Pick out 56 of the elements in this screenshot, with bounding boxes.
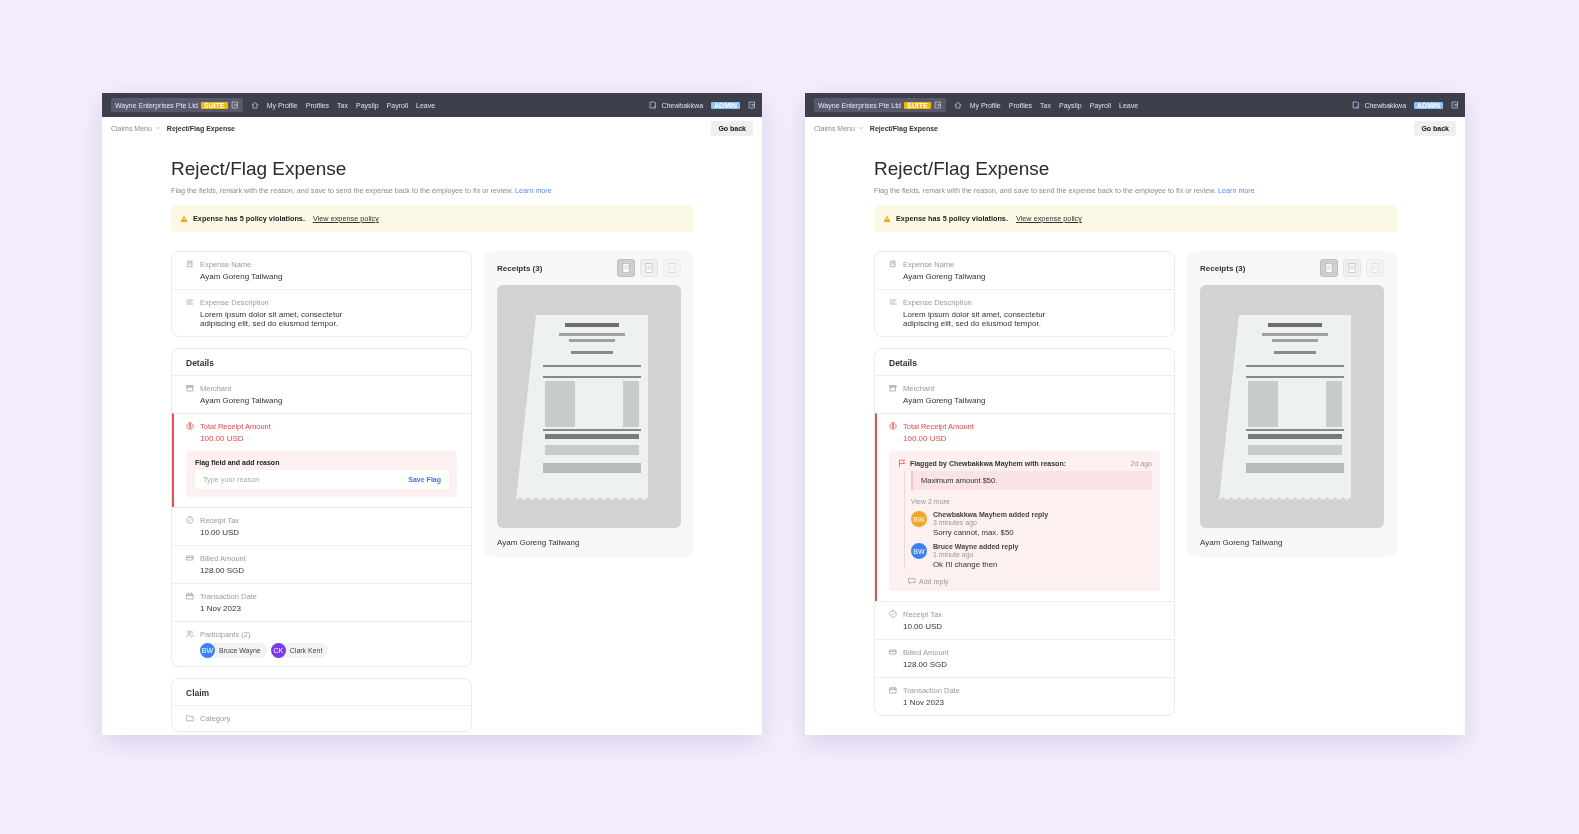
field-value: Lorem ipsum dolor sit amet, consectetur adipiscing elit, sed do eiusmod tempor. [200,310,344,328]
home-icon[interactable] [250,101,259,109]
section-title: Claim [172,679,471,706]
exit-icon[interactable] [1451,101,1459,109]
folder-icon [186,714,194,722]
page-title: Reject/Flag Expense [874,158,1051,180]
receipt-thumbnail[interactable] [617,259,635,277]
receipt-icon [186,260,194,268]
exit-icon [933,101,942,109]
document-icon[interactable] [649,101,658,109]
field-value: 100.00 USD [903,434,948,443]
document-icon[interactable] [1352,101,1361,109]
dollar-icon [186,422,194,430]
field-value: Ayam Goreng Taliwang [200,272,284,281]
field-value: Ayam Goreng Taliwang [903,272,987,281]
field-value: 10.00 USD [903,622,944,631]
field-value: 128.00 SGD [200,566,246,575]
field-value: Lorem ipsum dolor sit amet, consectetur adipiscing elit, sed do eiusmod tempor. [903,310,1047,328]
exit-icon [230,101,239,109]
receipts-title: Receipts (3) [497,263,543,273]
section-title: Details [172,349,471,376]
home-icon[interactable] [953,101,962,109]
field-value: 100.00 USD [200,434,245,443]
receipt-caption: Ayam Goreng Taliwang [1200,538,1284,547]
text-lines-icon [186,298,194,306]
receipt-thumbnail[interactable] [640,259,658,277]
card-icon [186,554,194,562]
field-value: 1 Nov 2023 [903,698,945,707]
chevron-down-icon [154,125,161,131]
page-title: Reject/Flag Expense [171,158,348,180]
calendar-icon [186,592,194,600]
field-value: Ayam Goreng Taliwang [903,396,987,405]
field-value: 10.00 USD [200,528,241,537]
section-title: Details [875,349,1174,376]
warning-icon [180,214,188,223]
comment-icon [908,577,916,585]
store-icon [889,384,897,392]
receipt-icon [889,260,897,268]
flag-icon [898,459,906,467]
field-value: Ayam Goreng Taliwang [200,396,284,405]
receipts-title: Receipts (3) [1200,263,1246,273]
receipt-thumbnail[interactable] [1320,259,1338,277]
dollar-icon [889,422,897,430]
store-icon [186,384,194,392]
receipt-thumbnail[interactable] [1343,259,1361,277]
field-value: 1 Nov 2023 [200,604,242,613]
calendar-icon [889,686,897,694]
warning-icon [883,214,891,223]
field-value: 128.00 SGD [903,660,949,669]
card-icon [889,648,897,656]
text-lines-icon [889,298,897,306]
percent-icon [889,610,897,618]
receipt-caption: Ayam Goreng Taliwang [497,538,581,547]
exit-icon[interactable] [748,101,756,109]
chevron-down-icon [857,125,864,131]
percent-icon [186,516,194,524]
